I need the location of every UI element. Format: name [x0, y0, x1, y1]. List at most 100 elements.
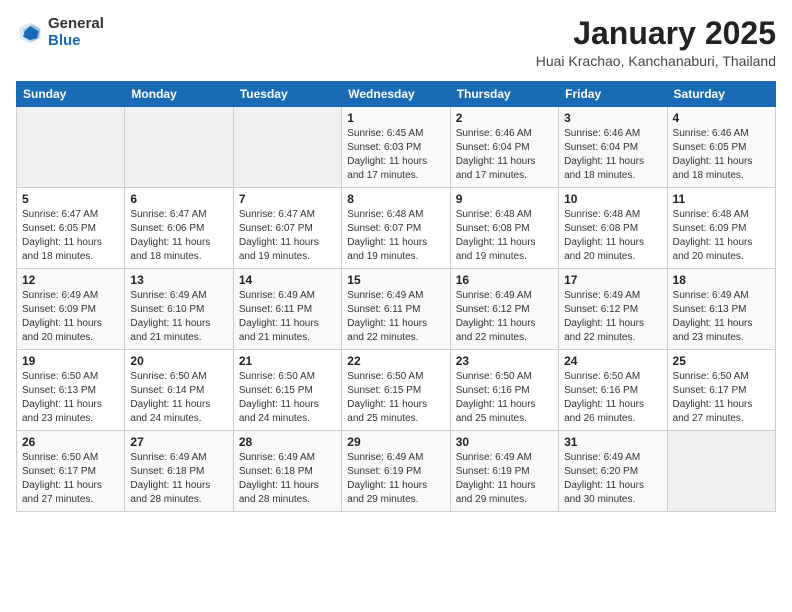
day-number: 31 [564, 435, 661, 449]
day-cell: 27 Sunrise: 6:49 AM Sunset: 6:18 PM Dayli… [125, 431, 233, 512]
day-number: 21 [239, 354, 336, 368]
day-info: Sunrise: 6:50 AM Sunset: 6:16 PM Dayligh… [456, 370, 553, 426]
day-number: 1 [347, 111, 444, 125]
day-cell [17, 107, 125, 188]
logo: General Blue [16, 16, 104, 49]
day-info: Sunrise: 6:47 AM Sunset: 6:07 PM Dayligh… [239, 208, 336, 264]
day-number: 20 [130, 354, 227, 368]
weekday-header-thursday: Thursday [450, 82, 558, 107]
day-cell: 31 Sunrise: 6:49 AM Sunset: 6:20 PM Dayli… [559, 431, 667, 512]
week-row-2: 5 Sunrise: 6:47 AM Sunset: 6:05 PM Daylig… [17, 188, 776, 269]
day-cell: 17 Sunrise: 6:49 AM Sunset: 6:12 PM Dayli… [559, 269, 667, 350]
day-number: 4 [673, 111, 770, 125]
day-cell: 20 Sunrise: 6:50 AM Sunset: 6:14 PM Dayli… [125, 350, 233, 431]
day-cell: 7Sunrise: 6:47 AM Sunset: 6:07 PM Daylig… [233, 188, 341, 269]
day-info: Sunrise: 6:49 AM Sunset: 6:20 PM Dayligh… [564, 451, 661, 507]
day-number: 28 [239, 435, 336, 449]
day-info: Sunrise: 6:49 AM Sunset: 6:18 PM Dayligh… [130, 451, 227, 507]
week-row-1: 1 Sunrise: 6:45 AM Sunset: 6:03 PM Daylig… [17, 107, 776, 188]
day-info: Sunrise: 6:49 AM Sunset: 6:13 PM Dayligh… [673, 289, 770, 345]
day-cell: 9Sunrise: 6:48 AM Sunset: 6:08 PM Daylig… [450, 188, 558, 269]
day-info: Sunrise: 6:49 AM Sunset: 6:11 PM Dayligh… [347, 289, 444, 345]
day-info: Sunrise: 6:48 AM Sunset: 6:07 PM Dayligh… [347, 208, 444, 264]
page-header: General Blue January 2025 Huai Krachao, … [16, 16, 776, 69]
week-row-3: 12 Sunrise: 6:49 AM Sunset: 6:09 PM Dayli… [17, 269, 776, 350]
day-info: Sunrise: 6:46 AM Sunset: 6:05 PM Dayligh… [673, 127, 770, 183]
week-row-4: 19 Sunrise: 6:50 AM Sunset: 6:13 PM Dayli… [17, 350, 776, 431]
logo-blue-text: Blue [48, 33, 104, 50]
day-number: 24 [564, 354, 661, 368]
day-info: Sunrise: 6:49 AM Sunset: 6:11 PM Dayligh… [239, 289, 336, 345]
calendar-table: SundayMondayTuesdayWednesdayThursdayFrid… [16, 81, 776, 512]
day-number: 15 [347, 273, 444, 287]
day-cell: 22 Sunrise: 6:50 AM Sunset: 6:15 PM Dayli… [342, 350, 450, 431]
day-info: Sunrise: 6:46 AM Sunset: 6:04 PM Dayligh… [456, 127, 553, 183]
day-cell [667, 431, 775, 512]
weekday-header-monday: Monday [125, 82, 233, 107]
day-cell: 30Sunrise: 6:49 AM Sunset: 6:19 PM Dayli… [450, 431, 558, 512]
month-title: January 2025 [536, 16, 776, 51]
day-cell: 19 Sunrise: 6:50 AM Sunset: 6:13 PM Dayli… [17, 350, 125, 431]
day-number: 11 [673, 192, 770, 206]
day-number: 22 [347, 354, 444, 368]
day-cell: 18 Sunrise: 6:49 AM Sunset: 6:13 PM Dayli… [667, 269, 775, 350]
day-info: Sunrise: 6:48 AM Sunset: 6:08 PM Dayligh… [564, 208, 661, 264]
day-cell: 24 Sunrise: 6:50 AM Sunset: 6:16 PM Dayli… [559, 350, 667, 431]
weekday-header-row: SundayMondayTuesdayWednesdayThursdayFrid… [17, 82, 776, 107]
day-cell: 4 Sunrise: 6:46 AM Sunset: 6:05 PM Daylig… [667, 107, 775, 188]
day-cell [125, 107, 233, 188]
day-cell: 29Sunrise: 6:49 AM Sunset: 6:19 PM Dayli… [342, 431, 450, 512]
day-info: Sunrise: 6:50 AM Sunset: 6:13 PM Dayligh… [22, 370, 119, 426]
logo-general-text: General [48, 16, 104, 33]
day-cell: 25Sunrise: 6:50 AM Sunset: 6:17 PM Dayli… [667, 350, 775, 431]
day-info: Sunrise: 6:49 AM Sunset: 6:12 PM Dayligh… [564, 289, 661, 345]
day-number: 8 [347, 192, 444, 206]
day-number: 14 [239, 273, 336, 287]
day-info: Sunrise: 6:49 AM Sunset: 6:12 PM Dayligh… [456, 289, 553, 345]
logo-icon [16, 19, 44, 47]
day-number: 10 [564, 192, 661, 206]
day-cell: 28Sunrise: 6:49 AM Sunset: 6:18 PM Dayli… [233, 431, 341, 512]
day-info: Sunrise: 6:50 AM Sunset: 6:15 PM Dayligh… [239, 370, 336, 426]
day-cell: 5 Sunrise: 6:47 AM Sunset: 6:05 PM Daylig… [17, 188, 125, 269]
day-info: Sunrise: 6:49 AM Sunset: 6:09 PM Dayligh… [22, 289, 119, 345]
day-cell: 12 Sunrise: 6:49 AM Sunset: 6:09 PM Dayli… [17, 269, 125, 350]
day-cell: 16 Sunrise: 6:49 AM Sunset: 6:12 PM Dayli… [450, 269, 558, 350]
day-number: 6 [130, 192, 227, 206]
day-number: 26 [22, 435, 119, 449]
day-info: Sunrise: 6:49 AM Sunset: 6:19 PM Dayligh… [456, 451, 553, 507]
day-info: Sunrise: 6:50 AM Sunset: 6:14 PM Dayligh… [130, 370, 227, 426]
day-number: 25 [673, 354, 770, 368]
day-number: 16 [456, 273, 553, 287]
day-info: Sunrise: 6:47 AM Sunset: 6:05 PM Dayligh… [22, 208, 119, 264]
day-cell: 13Sunrise: 6:49 AM Sunset: 6:10 PM Dayli… [125, 269, 233, 350]
weekday-header-friday: Friday [559, 82, 667, 107]
day-number: 13 [130, 273, 227, 287]
day-info: Sunrise: 6:50 AM Sunset: 6:15 PM Dayligh… [347, 370, 444, 426]
day-number: 5 [22, 192, 119, 206]
day-info: Sunrise: 6:49 AM Sunset: 6:19 PM Dayligh… [347, 451, 444, 507]
day-info: Sunrise: 6:47 AM Sunset: 6:06 PM Dayligh… [130, 208, 227, 264]
day-cell: 6 Sunrise: 6:47 AM Sunset: 6:06 PM Daylig… [125, 188, 233, 269]
day-number: 17 [564, 273, 661, 287]
day-number: 2 [456, 111, 553, 125]
day-cell: 26Sunrise: 6:50 AM Sunset: 6:17 PM Dayli… [17, 431, 125, 512]
day-info: Sunrise: 6:50 AM Sunset: 6:16 PM Dayligh… [564, 370, 661, 426]
day-cell: 2 Sunrise: 6:46 AM Sunset: 6:04 PM Daylig… [450, 107, 558, 188]
day-number: 18 [673, 273, 770, 287]
weekday-header-tuesday: Tuesday [233, 82, 341, 107]
day-cell: 21 Sunrise: 6:50 AM Sunset: 6:15 PM Dayli… [233, 350, 341, 431]
day-cell: 8 Sunrise: 6:48 AM Sunset: 6:07 PM Daylig… [342, 188, 450, 269]
day-number: 12 [22, 273, 119, 287]
logo-text: General Blue [48, 16, 104, 49]
day-number: 3 [564, 111, 661, 125]
day-cell [233, 107, 341, 188]
day-cell: 15 Sunrise: 6:49 AM Sunset: 6:11 PM Dayli… [342, 269, 450, 350]
day-info: Sunrise: 6:45 AM Sunset: 6:03 PM Dayligh… [347, 127, 444, 183]
day-number: 19 [22, 354, 119, 368]
weekday-header-sunday: Sunday [17, 82, 125, 107]
day-info: Sunrise: 6:48 AM Sunset: 6:09 PM Dayligh… [673, 208, 770, 264]
weekday-header-wednesday: Wednesday [342, 82, 450, 107]
week-row-5: 26Sunrise: 6:50 AM Sunset: 6:17 PM Dayli… [17, 431, 776, 512]
day-number: 27 [130, 435, 227, 449]
